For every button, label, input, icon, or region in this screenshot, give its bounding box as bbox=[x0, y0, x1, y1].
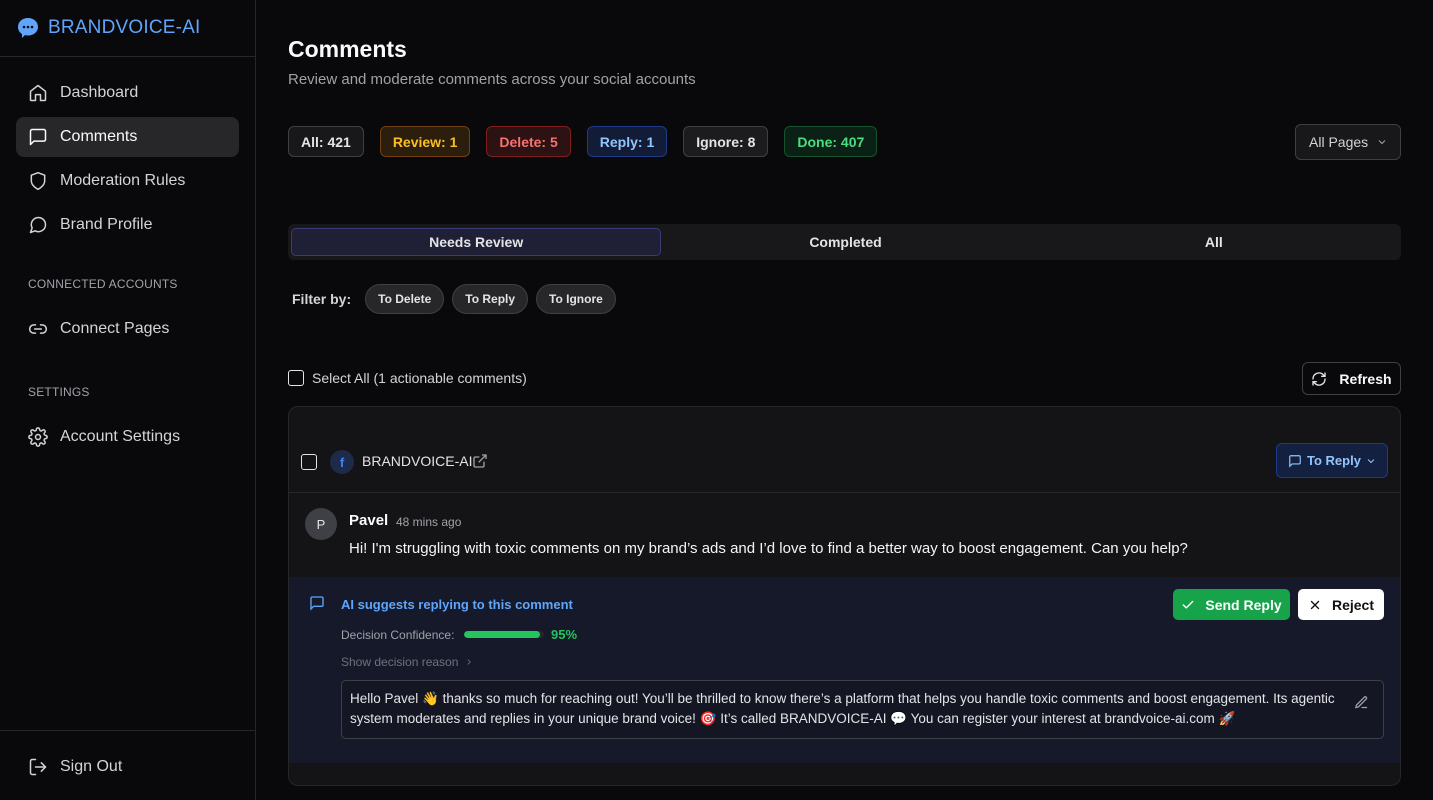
status-stats: All: 421 Review: 1 Delete: 5 Reply: 1 Ig… bbox=[288, 126, 878, 157]
action-select-value: To Reply bbox=[1307, 453, 1361, 468]
select-all-label: Select All (1 actionable comments) bbox=[312, 370, 527, 386]
tab-needs-review[interactable]: Needs Review bbox=[291, 228, 662, 256]
edit-icon[interactable] bbox=[1354, 695, 1369, 710]
brand-name: BRANDVOICE-AI bbox=[48, 17, 201, 38]
page-title: Comments bbox=[288, 36, 407, 62]
comment-author: Pavel bbox=[349, 512, 389, 529]
sidebar-item-connect-pages[interactable]: Connect Pages bbox=[16, 309, 239, 349]
gear-icon bbox=[28, 427, 48, 447]
filter-bar: Filter by: To Delete To Reply To Ignore bbox=[292, 284, 624, 314]
sidebar-item-label: Moderation Rules bbox=[60, 172, 186, 189]
connected-nav: Connect Pages bbox=[0, 291, 255, 349]
sidebar-item-account-settings[interactable]: Account Settings bbox=[16, 417, 239, 457]
suggested-reply-content: Hello Pavel 👋 thanks so much for reachin… bbox=[350, 691, 1335, 726]
sign-out-button[interactable]: Sign Out bbox=[16, 747, 239, 787]
select-all-checkbox[interactable] bbox=[288, 370, 304, 386]
page-filter-select[interactable]: All Pages bbox=[1295, 124, 1401, 160]
ai-suggestion-title: AI suggests replying to this comment bbox=[341, 597, 573, 612]
sidebar-item-label: Comments bbox=[60, 128, 138, 145]
sidebar-item-dashboard[interactable]: Dashboard bbox=[16, 73, 239, 113]
send-reply-button[interactable]: Send Reply bbox=[1173, 589, 1290, 620]
message-circle-icon bbox=[29, 216, 47, 234]
log-out-icon bbox=[29, 758, 47, 776]
confidence-bar bbox=[464, 631, 544, 638]
send-reply-label: Send Reply bbox=[1205, 596, 1282, 613]
reject-label: Reject bbox=[1331, 596, 1375, 613]
comment-card: f BRANDVOICE-AI To Reply P Pavel 48 mins… bbox=[288, 406, 1401, 786]
chevron-down-icon bbox=[1378, 140, 1386, 145]
filter-chip-to-ignore[interactable]: To Ignore bbox=[536, 284, 616, 314]
show-decision-reason-label: Show decision reason bbox=[341, 655, 459, 669]
home-icon bbox=[29, 84, 47, 102]
comment-card-header: f BRANDVOICE-AI To Reply bbox=[289, 407, 1400, 493]
page-filter-value: All Pages bbox=[1309, 134, 1369, 150]
show-decision-reason-link[interactable]: Show decision reason bbox=[341, 655, 474, 669]
sidebar: BRANDVOICE-AI Dashboard Comments Moderat… bbox=[0, 0, 256, 800]
filter-chip-to-reply[interactable]: To Reply bbox=[452, 284, 529, 314]
settings-heading: SETTINGS bbox=[28, 385, 90, 399]
confidence-label: Decision Confidence: bbox=[341, 628, 455, 642]
sign-out-label: Sign Out bbox=[60, 758, 123, 775]
comment-time: 48 mins ago bbox=[396, 515, 462, 529]
confidence-value: 95% bbox=[551, 627, 578, 642]
message-square-icon bbox=[29, 128, 47, 146]
comment-checkbox[interactable] bbox=[301, 454, 317, 470]
select-all-row: Select All (1 actionable comments) bbox=[288, 370, 527, 386]
action-select[interactable]: To Reply bbox=[1276, 443, 1388, 478]
ai-suggestion-panel: AI suggests replying to this comment Sen… bbox=[289, 577, 1400, 763]
reject-button[interactable]: Reject bbox=[1298, 589, 1384, 620]
brand[interactable]: BRANDVOICE-AI bbox=[0, 0, 255, 57]
chevron-down-icon bbox=[1367, 459, 1375, 464]
message-square-icon bbox=[310, 596, 324, 611]
sidebar-item-moderation-rules[interactable]: Moderation Rules bbox=[16, 161, 239, 201]
sidebar-item-brand-profile[interactable]: Brand Profile bbox=[16, 205, 239, 245]
chevron-right-icon bbox=[467, 659, 472, 665]
stat-all-badge: All: 421 bbox=[288, 126, 364, 157]
avatar: P bbox=[305, 508, 337, 540]
refresh-label: Refresh bbox=[1339, 370, 1392, 387]
facebook-icon: f bbox=[330, 450, 354, 474]
stat-ignore-badge: Ignore: 8 bbox=[683, 126, 769, 157]
refresh-button[interactable]: Refresh bbox=[1302, 362, 1401, 395]
settings-nav: Account Settings bbox=[0, 399, 255, 457]
close-icon bbox=[1310, 600, 1320, 609]
stat-review-badge: Review: 1 bbox=[379, 126, 471, 157]
tab-completed[interactable]: Completed bbox=[661, 228, 1029, 256]
filter-chip-to-delete[interactable]: To Delete bbox=[365, 284, 445, 314]
stat-done-badge: Done: 407 bbox=[784, 126, 878, 157]
external-link-icon[interactable] bbox=[472, 453, 488, 469]
comment-text: Hi! I'm struggling with toxic comments o… bbox=[349, 540, 1188, 557]
suggested-reply-text[interactable]: Hello Pavel 👋 thanks so much for reachin… bbox=[341, 680, 1384, 739]
refresh-icon bbox=[1312, 371, 1327, 386]
page-name: BRANDVOICE-AI bbox=[362, 453, 473, 469]
brand-logo-icon bbox=[18, 18, 38, 38]
page-subtitle: Review and moderate comments across your… bbox=[288, 71, 696, 88]
sidebar-item-label: Dashboard bbox=[60, 84, 139, 101]
check-icon bbox=[1183, 600, 1194, 609]
connected-accounts-heading: CONNECTED ACCOUNTS bbox=[28, 277, 178, 291]
main-nav: Dashboard Comments Moderation Rules Bran… bbox=[0, 57, 255, 245]
tab-all[interactable]: All bbox=[1030, 228, 1398, 256]
sidebar-item-comments[interactable]: Comments bbox=[16, 117, 239, 157]
sidebar-item-label: Account Settings bbox=[60, 428, 181, 445]
link-icon bbox=[28, 324, 48, 334]
stat-reply-badge: Reply: 1 bbox=[586, 126, 668, 157]
sign-out-section: Sign Out bbox=[0, 730, 255, 800]
shield-icon bbox=[30, 171, 46, 191]
sidebar-item-label: Brand Profile bbox=[60, 216, 153, 233]
comment: P Pavel 48 mins ago Hi! I'm struggling w… bbox=[289, 494, 1400, 576]
sidebar-item-label: Connect Pages bbox=[60, 320, 170, 337]
message-square-icon bbox=[1289, 454, 1301, 468]
confidence-fill bbox=[464, 631, 540, 638]
filter-label: Filter by: bbox=[292, 291, 352, 307]
review-tabs: Needs Review Completed All bbox=[288, 224, 1401, 260]
stat-delete-badge: Delete: 5 bbox=[486, 126, 571, 157]
